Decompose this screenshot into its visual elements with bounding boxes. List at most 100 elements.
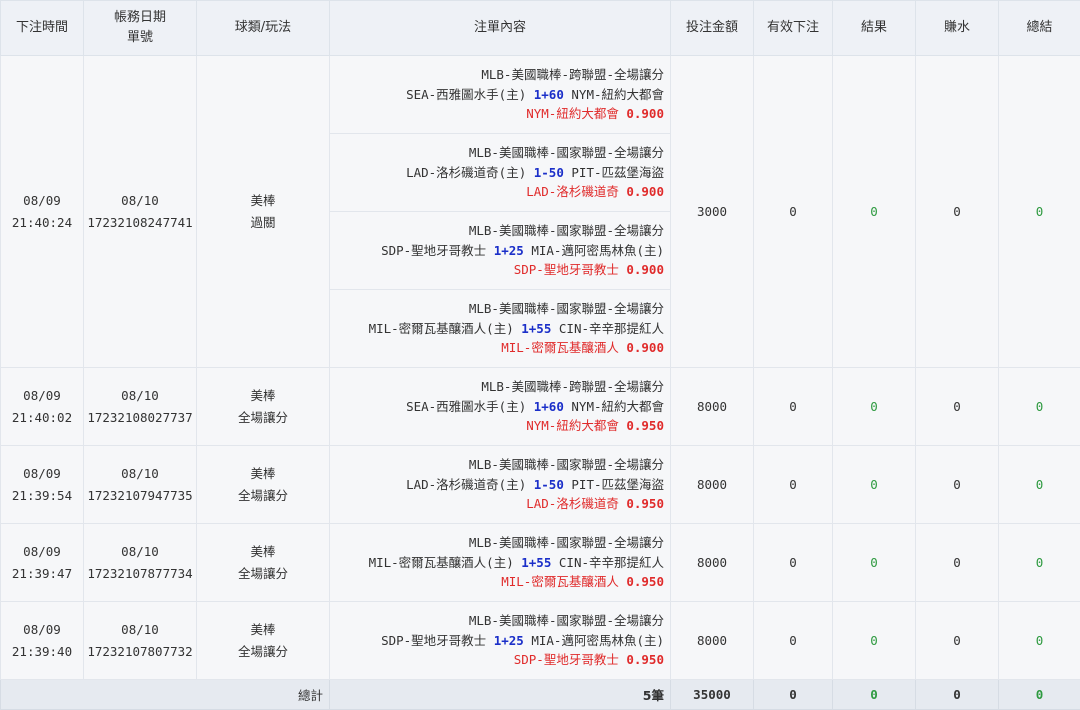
bet-amount: 8000: [671, 524, 754, 602]
bet-time: 08/0921:40:24: [1, 56, 84, 368]
leg-odds: 0.950: [626, 418, 664, 433]
total-summary: 0: [999, 680, 1080, 710]
leg-home: LAD-洛杉磯道奇(主): [406, 165, 526, 180]
header-result: 結果: [833, 1, 916, 56]
leg-away: PIT-匹茲堡海盜: [571, 477, 664, 492]
leg-away: NYM-紐約大都會: [571, 87, 664, 102]
play-type: 過關: [250, 215, 275, 230]
bet-rebate: 0: [916, 368, 999, 446]
bet-type: 美棒全場讓分: [197, 524, 330, 602]
leg-pick-line: MIL-密爾瓦基釀酒人 0.900: [334, 338, 664, 358]
leg-away: MIA-邁阿密馬林魚(主): [531, 633, 664, 648]
bet-summary: 0: [999, 56, 1080, 368]
effective-bet: 0: [754, 368, 833, 446]
bet-content: MLB-美國職棒-跨聯盟-全場讓分 SEA-西雅圖水手(主) 1+60 NYM-…: [330, 368, 671, 446]
total-row: 總計 5筆 35000 0 0 0 0: [1, 680, 1080, 710]
effective-bet: 0: [754, 524, 833, 602]
bet-type: 美棒全場讓分: [197, 446, 330, 524]
leg-away: PIT-匹茲堡海盜: [571, 165, 664, 180]
leg-spread: 1+60: [534, 399, 564, 414]
bet-rebate: 0: [916, 56, 999, 368]
table-row-parlay: 08/0921:40:24 08/1017232108247741 美棒過關 M…: [1, 56, 1080, 368]
leg-spread: 1+60: [534, 87, 564, 102]
effective-bet: 0: [754, 56, 833, 368]
total-rebate: 0: [916, 680, 999, 710]
leg-pick: MIL-密爾瓦基釀酒人: [501, 340, 619, 355]
leg-matchup: MIL-密爾瓦基釀酒人(主) 1+55 CIN-辛辛那提紅人: [334, 319, 664, 339]
bet-leg: MLB-美國職棒-國家聯盟-全場讓分 SDP-聖地牙哥教士 1+25 MIA-邁…: [330, 602, 670, 679]
leg-home: MIL-密爾瓦基釀酒人(主): [369, 555, 514, 570]
bet-leg: MLB-美國職棒-國家聯盟-全場讓分 MIL-密爾瓦基釀酒人(主) 1+55 C…: [330, 524, 670, 601]
leg-odds: 0.950: [626, 496, 664, 511]
total-amount: 35000: [671, 680, 754, 710]
leg-pick: SDP-聖地牙哥教士: [514, 262, 619, 277]
header-time: 下注時間: [1, 1, 84, 56]
acct-date: 08/10: [121, 466, 159, 481]
bet-amount: 3000: [671, 56, 754, 368]
table-row: 08/0921:40:02 08/1017232108027737 美棒全場讓分…: [1, 368, 1080, 446]
play-type: 全場讓分: [238, 410, 288, 425]
parlay-leg: MLB-美國職棒-國家聯盟-全場讓分 LAD-洛杉磯道奇(主) 1-50 PIT…: [330, 133, 670, 211]
leg-pick-line: SDP-聖地牙哥教士 0.950: [334, 650, 664, 670]
bet-content: MLB-美國職棒-國家聯盟-全場讓分 SDP-聖地牙哥教士 1+25 MIA-邁…: [330, 602, 671, 680]
bet-clock: 21:39:47: [12, 566, 72, 581]
header-effective: 有效下注: [754, 1, 833, 56]
sport: 美棒: [250, 622, 275, 637]
acct-info: 08/1017232107877734: [84, 524, 197, 602]
leg-odds: 0.900: [626, 262, 664, 277]
play-type: 全場讓分: [238, 566, 288, 581]
leg-away: NYM-紐約大都會: [571, 399, 664, 414]
acct-date: 08/10: [121, 544, 159, 559]
bet-rebate: 0: [916, 524, 999, 602]
leg-spread: 1-50: [534, 477, 564, 492]
bet-type: 美棒全場讓分: [197, 602, 330, 680]
header-content: 注單內容: [330, 1, 671, 56]
bet-content: MLB-美國職棒-跨聯盟-全場讓分 SEA-西雅圖水手(主) 1+60 NYM-…: [330, 56, 671, 368]
leg-pick: LAD-洛杉磯道奇: [526, 496, 619, 511]
leg-league: MLB-美國職棒-國家聯盟-全場讓分: [334, 299, 664, 319]
bet-result: 0: [833, 56, 916, 368]
leg-league: MLB-美國職棒-國家聯盟-全場讓分: [334, 221, 664, 241]
leg-matchup: LAD-洛杉磯道奇(主) 1-50 PIT-匹茲堡海盜: [334, 475, 664, 495]
leg-matchup: LAD-洛杉磯道奇(主) 1-50 PIT-匹茲堡海盜: [334, 163, 664, 183]
bet-time: 08/0921:39:40: [1, 602, 84, 680]
bet-clock: 21:40:02: [12, 410, 72, 425]
bet-type: 美棒過關: [197, 56, 330, 368]
leg-spread: 1+55: [521, 321, 551, 336]
acct-date: 08/10: [121, 193, 159, 208]
bet-time: 08/09 21:39:47: [1, 524, 84, 602]
leg-odds: 0.950: [626, 652, 664, 667]
table-row: 08/0921:39:40 08/1017232107807732 美棒全場讓分…: [1, 602, 1080, 680]
wager-table: 下注時間 帳務日期單號 球類/玩法 注單內容 投注金額 有效下注 結果 賺水 總…: [0, 0, 1080, 710]
bet-amount: 8000: [671, 368, 754, 446]
total-label: 總計: [1, 680, 330, 710]
bet-result: 0: [833, 446, 916, 524]
bet-amount: 8000: [671, 602, 754, 680]
leg-pick-line: LAD-洛杉磯道奇 0.950: [334, 494, 664, 514]
leg-spread: 1+25: [494, 633, 524, 648]
leg-pick: NYM-紐約大都會: [526, 106, 619, 121]
leg-matchup: MIL-密爾瓦基釀酒人(主) 1+55 CIN-辛辛那提紅人: [334, 553, 664, 573]
leg-matchup: SEA-西雅圖水手(主) 1+60 NYM-紐約大都會: [334, 85, 664, 105]
leg-league: MLB-美國職棒-國家聯盟-全場讓分: [334, 143, 664, 163]
parlay-leg: MLB-美國職棒-國家聯盟-全場讓分 SDP-聖地牙哥教士 1+25 MIA-邁…: [330, 211, 670, 289]
parlay-leg: MLB-美國職棒-跨聯盟-全場讓分 SEA-西雅圖水手(主) 1+60 NYM-…: [330, 56, 670, 133]
leg-pick: SDP-聖地牙哥教士: [514, 652, 619, 667]
play-type: 全場讓分: [238, 488, 288, 503]
bet-date: 08/09: [23, 388, 61, 403]
leg-league: MLB-美國職棒-跨聯盟-全場讓分: [334, 377, 664, 397]
leg-pick-line: MIL-密爾瓦基釀酒人 0.950: [334, 572, 664, 592]
bet-clock: 21:39:54: [12, 488, 72, 503]
leg-away: CIN-辛辛那提紅人: [559, 555, 664, 570]
sport: 美棒: [250, 388, 275, 403]
bet-summary: 0: [999, 446, 1080, 524]
bet-date: 08/09: [23, 544, 61, 559]
ticket-number: 17232108027737: [87, 410, 192, 425]
bet-content: MLB-美國職棒-國家聯盟-全場讓分 MIL-密爾瓦基釀酒人(主) 1+55 C…: [330, 524, 671, 602]
leg-home: SEA-西雅圖水手(主): [406, 399, 526, 414]
bet-date: 08/09: [23, 193, 61, 208]
bet-summary: 0: [999, 602, 1080, 680]
leg-odds: 0.900: [626, 106, 664, 121]
bet-result: 0: [833, 602, 916, 680]
bet-leg: MLB-美國職棒-國家聯盟-全場讓分 LAD-洛杉磯道奇(主) 1-50 PIT…: [330, 446, 670, 523]
